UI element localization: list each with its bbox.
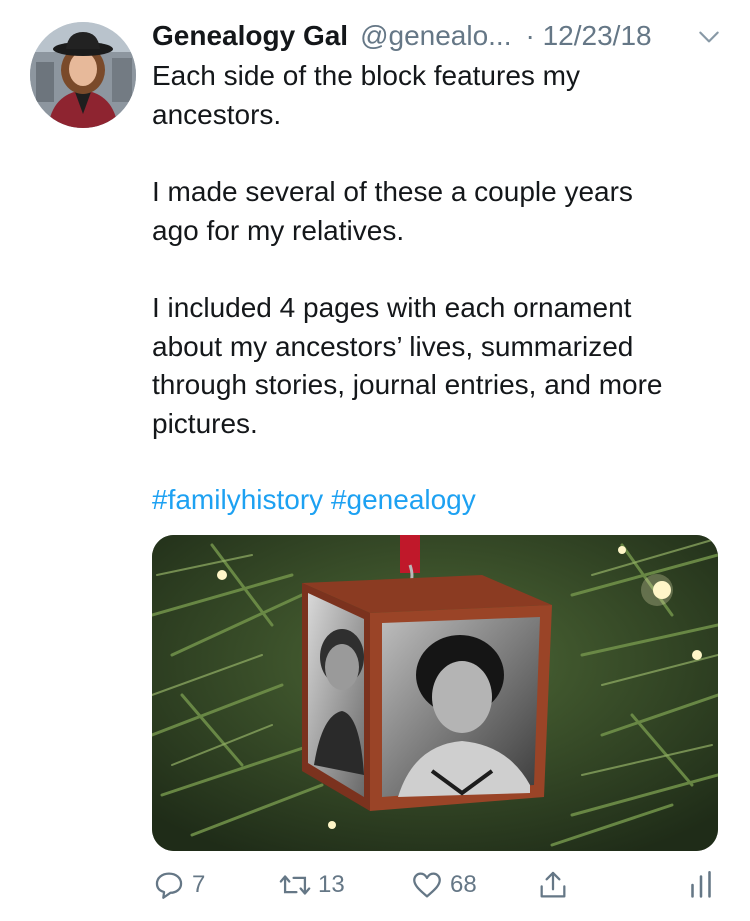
tweet-line: ancestors.	[152, 98, 282, 130]
share-icon	[540, 871, 566, 898]
user-handle[interactable]: @genealo...	[360, 20, 511, 52]
tweet-line: about my ancestors’ lives, summarized	[152, 330, 634, 362]
chevron-down-icon[interactable]	[696, 24, 722, 50]
analytics-button[interactable]	[684, 862, 718, 908]
tweet-line: pictures.	[152, 407, 258, 439]
retweet-count: 13	[318, 871, 345, 898]
retweet-icon	[279, 875, 311, 895]
hashtag-link[interactable]: #genealogy	[331, 484, 476, 515]
hashtag-link[interactable]: #familyhistory	[152, 484, 323, 515]
reply-count: 7	[192, 871, 206, 898]
tweet-line: I made several of these a couple years	[152, 176, 633, 207]
retweet-button[interactable]: 13	[278, 862, 345, 908]
tweet-line: through stories, journal entries, and mo…	[152, 369, 663, 400]
tweet-date[interactable]: · 12/23/18	[526, 20, 652, 52]
like-count: 68	[450, 871, 477, 898]
tweet-photo[interactable]	[152, 535, 718, 851]
display-name[interactable]: Genealogy Gal	[152, 20, 348, 52]
avatar[interactable]	[30, 22, 136, 128]
analytics-icon	[691, 870, 711, 898]
reply-icon	[155, 872, 183, 899]
share-button[interactable]	[536, 862, 570, 908]
tweet-line: I included 4 pages with each ornament	[152, 292, 632, 323]
tweet-text: Each side of the block features my ances…	[152, 57, 732, 443]
tweet-line: Each side of the block features my	[152, 60, 580, 91]
reply-button[interactable]: 7	[152, 862, 205, 908]
like-button[interactable]: 68	[410, 862, 477, 908]
hashtags: #familyhistory #genealogy	[152, 481, 476, 519]
heart-icon	[413, 872, 441, 898]
tweet-actions: 7 13 68	[152, 862, 718, 908]
tweet-header: Genealogy Gal @genealo... · 12/23/18	[152, 16, 730, 56]
tweet-line: ago for my relatives.	[152, 214, 405, 246]
